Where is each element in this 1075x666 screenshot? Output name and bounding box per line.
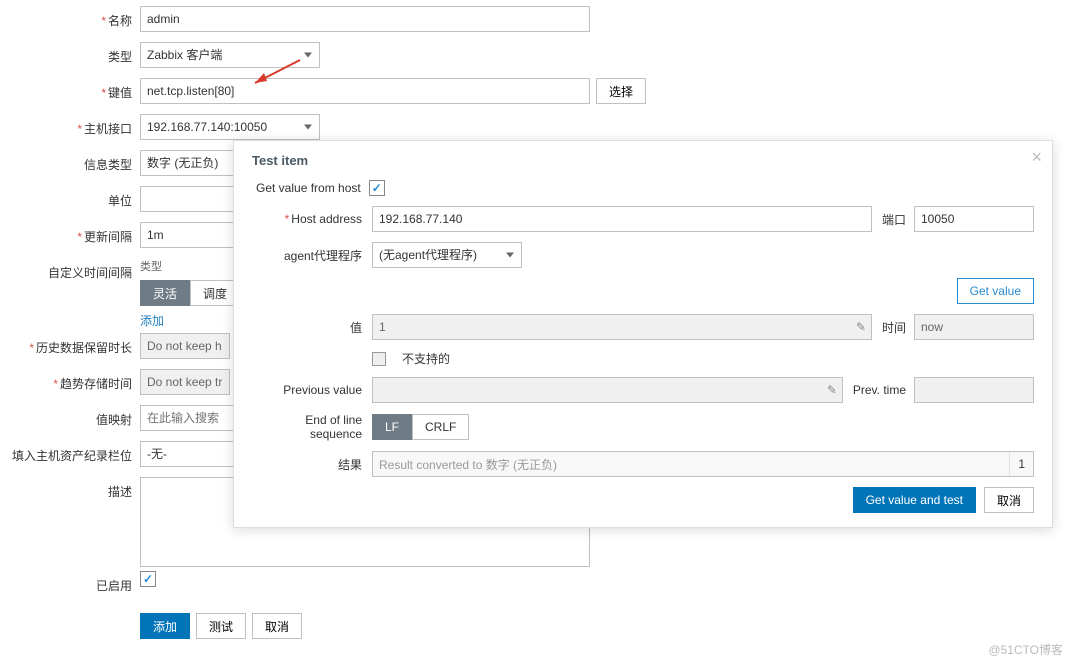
unsupported-checkbox[interactable] (372, 352, 386, 366)
name-label: *名称 (0, 6, 140, 29)
get-value-button[interactable]: Get value (957, 278, 1034, 304)
enabled-checkbox[interactable] (140, 571, 156, 587)
update-interval-label: *更新间隔 (0, 222, 140, 245)
get-value-and-test-button[interactable]: Get value and test (853, 487, 976, 513)
key-label: *键值 (0, 78, 140, 101)
eol-lf-button[interactable]: LF (372, 414, 412, 440)
enabled-label: 已启用 (0, 571, 140, 594)
valuemap-label: 值映射 (0, 405, 140, 428)
time-label: 时间 (882, 319, 906, 336)
watermark: @51CTO博客 (988, 641, 1063, 658)
eol-label: End of line sequence (252, 413, 372, 441)
proxy-select[interactable]: (无agent代理程序) (372, 242, 522, 268)
add-interval-link[interactable]: 添加 (140, 312, 164, 329)
info-type-label: 信息类型 (0, 150, 140, 173)
result-label: 结果 (252, 456, 372, 473)
value-label: 值 (252, 319, 372, 336)
result-value: 1 (1009, 452, 1033, 476)
time-input[interactable] (914, 314, 1034, 340)
result-output: Result converted to 数字 (无正负) 1 (372, 451, 1034, 477)
history-label: *历史数据保留时长 (0, 333, 140, 356)
unsupported-label: 不支持的 (402, 350, 450, 367)
tab-flexible[interactable]: 灵活 (140, 280, 190, 306)
eol-crlf-button[interactable]: CRLF (412, 414, 469, 440)
proxy-label: agent代理程序 (252, 247, 372, 264)
prev-time-label: Prev. time (853, 383, 906, 397)
custom-interval-label: 自定义时间间隔 (0, 258, 140, 281)
trend-label: *趋势存储时间 (0, 369, 140, 392)
host-interface-select[interactable]: 192.168.77.140:10050 (140, 114, 320, 140)
get-from-host-label: Get value from host (252, 181, 369, 195)
type-label: 类型 (0, 42, 140, 65)
prev-value-input (372, 377, 843, 403)
custom-interval-header: 类型 (140, 258, 162, 274)
cancel-button[interactable]: 取消 (252, 613, 302, 639)
prev-time-input (914, 377, 1034, 403)
key-input[interactable] (140, 78, 590, 104)
custom-interval-tabs: 灵活 调度 (140, 280, 240, 306)
host-address-input[interactable] (372, 206, 872, 232)
inventory-label: 填入主机资产纪录栏位 (0, 441, 140, 464)
get-from-host-checkbox[interactable] (369, 180, 385, 196)
host-interface-label: *主机接口 (0, 114, 140, 137)
host-address-label: *Host address (252, 212, 372, 226)
trend-input[interactable] (140, 369, 230, 395)
unit-label: 单位 (0, 186, 140, 209)
key-select-button[interactable]: 选择 (596, 78, 646, 104)
prev-value-label: Previous value (252, 383, 372, 397)
modal-title: Test item (252, 153, 1034, 168)
eol-toggle: LF CRLF (372, 414, 469, 440)
type-select[interactable]: Zabbix 客户端 (140, 42, 320, 68)
name-input[interactable] (140, 6, 590, 32)
modal-cancel-button[interactable]: 取消 (984, 487, 1034, 513)
test-button[interactable]: 测试 (196, 613, 246, 639)
add-button[interactable]: 添加 (140, 613, 190, 639)
description-label: 描述 (0, 477, 140, 500)
history-input[interactable] (140, 333, 230, 359)
test-item-modal: Test item × Get value from host *Host ad… (233, 140, 1053, 528)
result-placeholder: Result converted to 数字 (无正负) (373, 456, 1009, 473)
close-icon[interactable]: × (1031, 147, 1042, 168)
value-input[interactable] (372, 314, 872, 340)
port-input[interactable] (914, 206, 1034, 232)
port-label: 端口 (882, 211, 906, 228)
